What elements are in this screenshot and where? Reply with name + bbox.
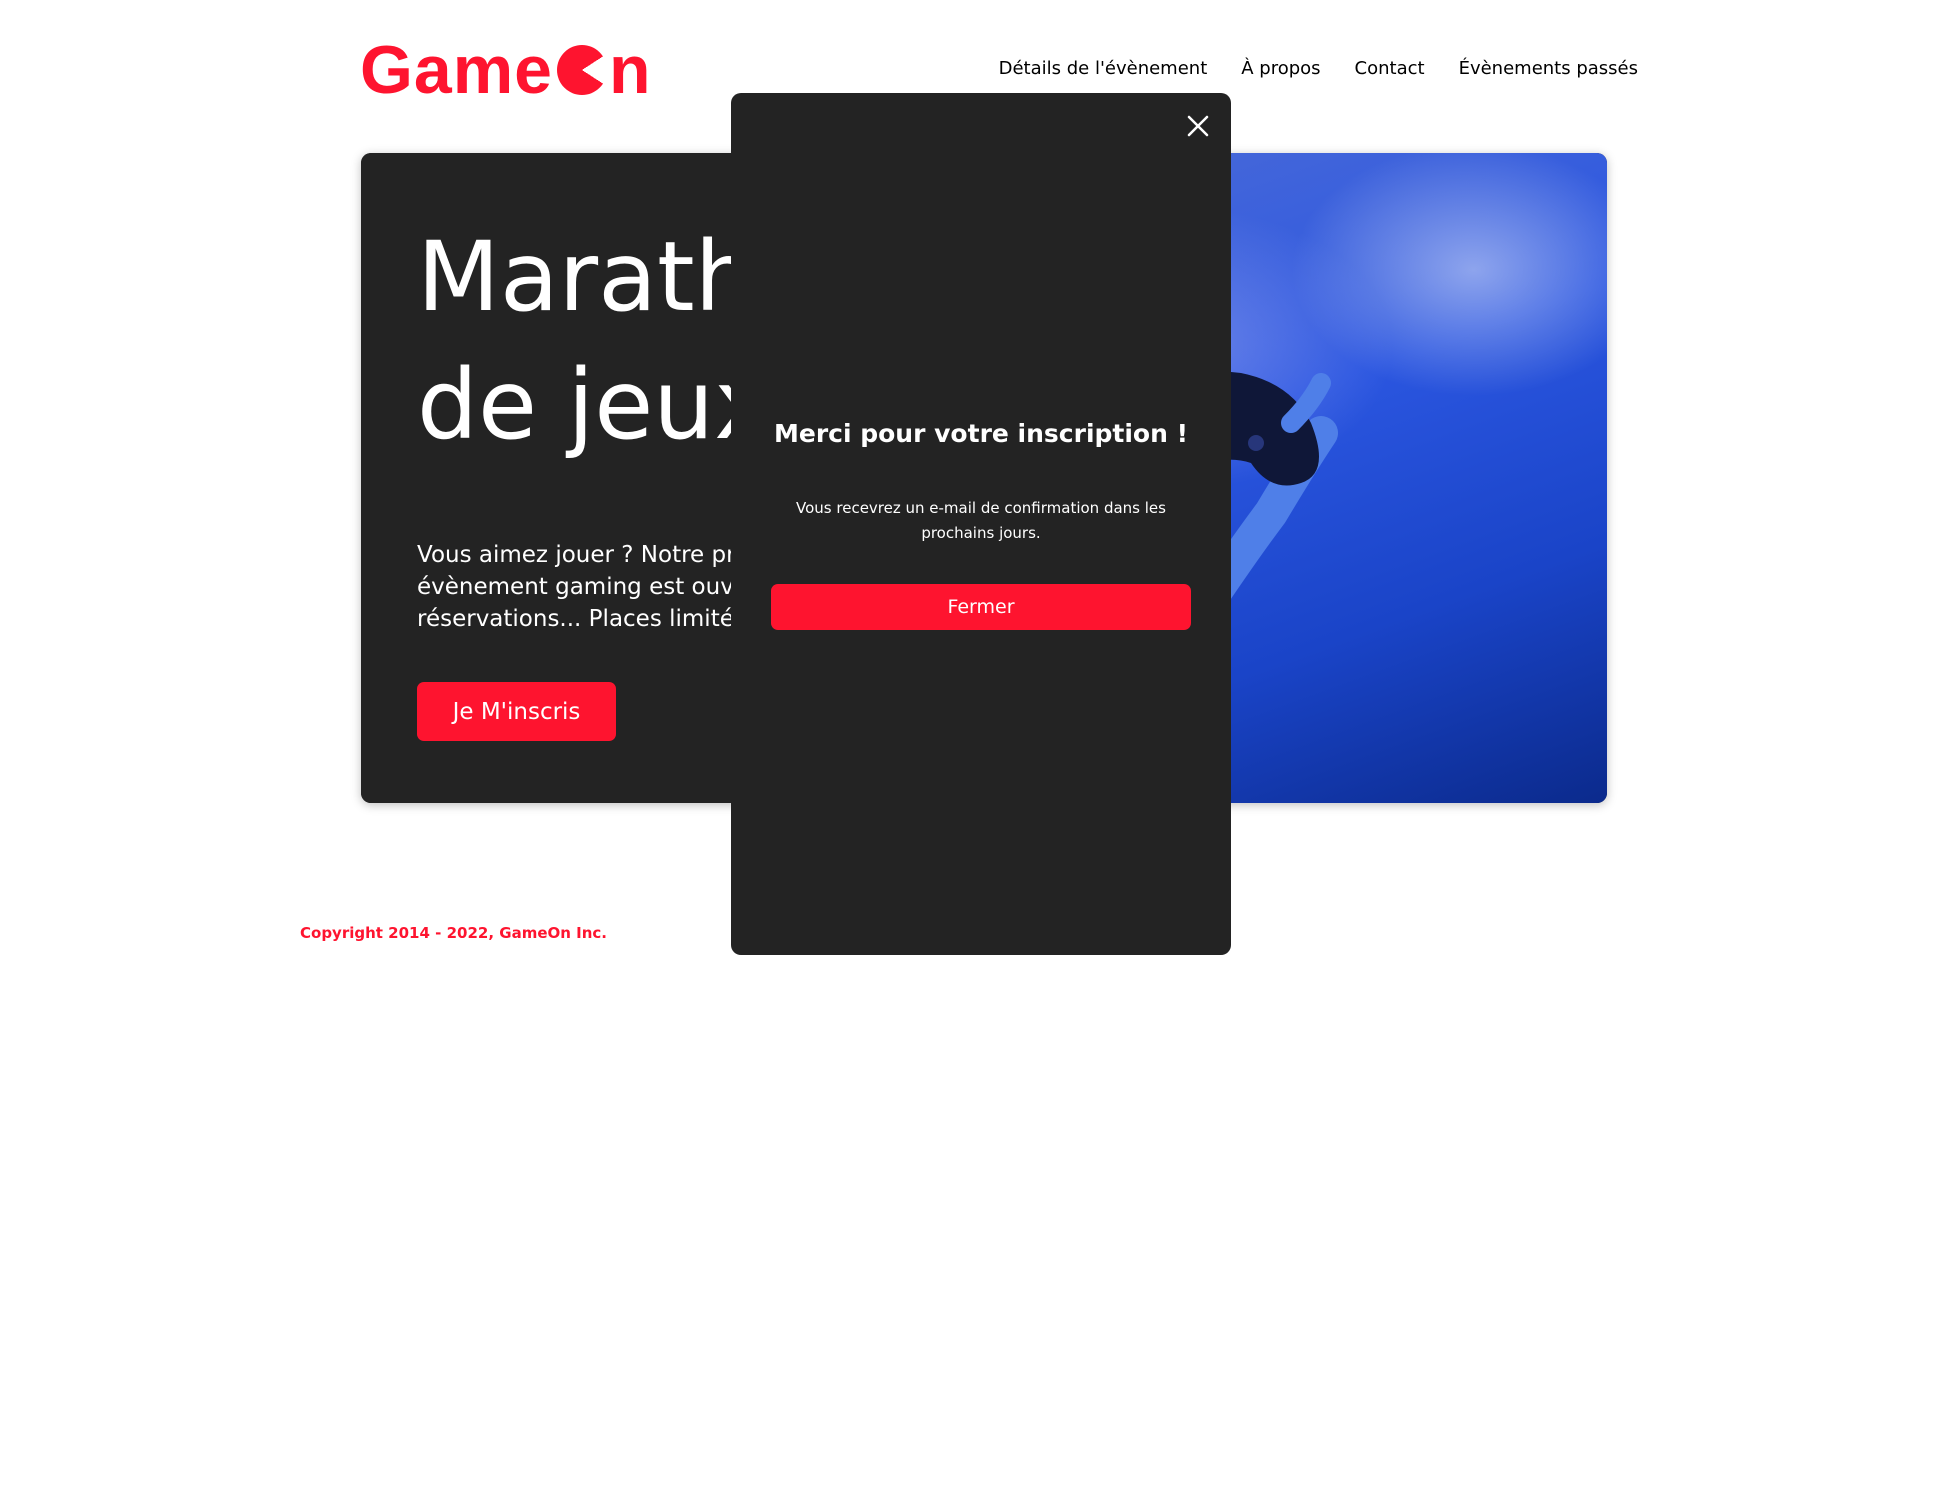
modal-message: Vous recevrez un e-mail de confirmation … [796, 499, 1166, 542]
register-button[interactable]: Je M'inscris [417, 682, 616, 741]
logo-text-end: n [609, 32, 652, 108]
logo-pacman-icon [557, 45, 607, 95]
gameon-logo[interactable]: Game n [360, 34, 652, 106]
modal-title: Merci pour votre inscription ! [773, 419, 1189, 448]
nav-link-past-events[interactable]: Évènements passés [1459, 58, 1638, 79]
close-icon[interactable] [1183, 111, 1213, 141]
confirmation-modal: Merci pour votre inscription ! Vous rece… [731, 93, 1231, 955]
main-nav: Détails de l'évènement À propos Contact … [999, 58, 1638, 79]
nav-link-event-details[interactable]: Détails de l'évènement [999, 58, 1208, 79]
close-modal-button[interactable]: Fermer [771, 584, 1191, 630]
nav-link-contact[interactable]: Contact [1355, 58, 1425, 79]
nav-link-about[interactable]: À propos [1241, 58, 1320, 79]
footer-copyright: Copyright 2014 - 2022, GameOn Inc. [300, 924, 608, 942]
logo-text-start: Game [360, 32, 553, 108]
